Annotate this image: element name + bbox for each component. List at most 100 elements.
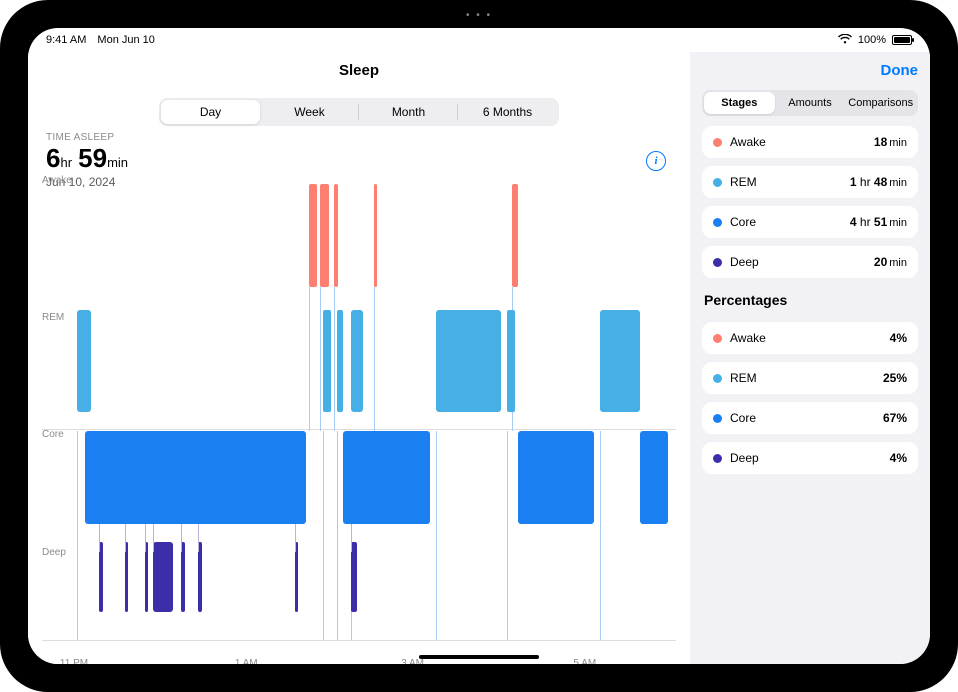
axis-awake: Awake	[42, 175, 72, 186]
status-date: Mon Jun 10	[97, 34, 154, 46]
axis-core: Core	[42, 429, 64, 440]
stage-dot-icon	[713, 258, 722, 267]
wifi-icon	[838, 33, 852, 47]
chart-bar-rem	[600, 310, 640, 412]
side-tabs: Stages Amounts Comparisons	[702, 90, 918, 116]
chart-thread	[320, 287, 321, 431]
home-indicator[interactable]	[419, 655, 539, 659]
tab-comparisons[interactable]: Comparisons	[845, 92, 916, 114]
tick-5am: 5 AM	[573, 658, 596, 664]
tab-week[interactable]: Week	[260, 100, 359, 124]
chart-thread	[600, 431, 601, 640]
tab-day[interactable]: Day	[161, 100, 260, 124]
chart-thread	[181, 524, 182, 552]
chart-thread	[153, 524, 154, 552]
stat-name: Deep	[730, 255, 874, 269]
chart-thread	[309, 287, 310, 431]
stat-row[interactable]: Awake18min	[702, 126, 918, 158]
range-tabs: Day Week Month 6 Months	[159, 98, 559, 126]
stage-dot-icon	[713, 334, 722, 343]
done-button[interactable]: Done	[881, 62, 919, 79]
chart-bar-deep	[99, 542, 103, 612]
side-panel: Done Stages Amounts Comparisons Awake18m…	[690, 52, 930, 664]
percentages-heading: Percentages	[704, 292, 918, 308]
status-right: 100%	[838, 33, 912, 47]
stat-row[interactable]: REM1 hr 48min	[702, 166, 918, 198]
chart-bar-rem	[436, 310, 501, 412]
stage-dot-icon	[713, 454, 722, 463]
stat-value: 4 hr 51min	[850, 215, 907, 229]
chart-bar-rem	[323, 310, 331, 412]
chart-thread	[334, 287, 335, 431]
stat-row[interactable]: Awake4%	[702, 322, 918, 354]
tab-amounts[interactable]: Amounts	[775, 92, 846, 114]
chart-bar-deep	[198, 542, 202, 612]
chart-thread	[507, 431, 508, 640]
tab-stages[interactable]: Stages	[704, 92, 775, 114]
chart-bar-deep	[145, 542, 149, 612]
stat-value: 25%	[883, 371, 907, 385]
stage-dot-icon	[713, 138, 722, 147]
chart-bar-deep	[295, 542, 299, 612]
stat-row[interactable]: Deep20min	[702, 246, 918, 278]
chart-thread	[351, 524, 352, 552]
stat-name: Core	[730, 215, 850, 229]
stage-dot-icon	[713, 374, 722, 383]
tab-6months[interactable]: 6 Months	[458, 100, 557, 124]
main-panel: Sleep Day Week Month 6 Months TIME ASLEE…	[28, 52, 690, 664]
stat-value: 4%	[890, 451, 907, 465]
status-time: 9:41 AM	[46, 34, 86, 46]
info-icon[interactable]: i	[646, 151, 666, 171]
stage-dot-icon	[713, 218, 722, 227]
chart-bar-rem	[337, 310, 343, 412]
header: Sleep	[42, 62, 676, 92]
stat-row[interactable]: REM25%	[702, 362, 918, 394]
content: Sleep Day Week Month 6 Months TIME ASLEE…	[28, 52, 930, 664]
chart-bar-awake	[374, 184, 378, 286]
stat-row[interactable]: Core67%	[702, 402, 918, 434]
percentages-list: Awake4% REM25% Core67% Deep4%	[702, 322, 918, 474]
stat-row[interactable]: Core4 hr 51min	[702, 206, 918, 238]
stat-name: REM	[730, 175, 850, 189]
stat-value: 1 hr 48min	[850, 175, 907, 189]
chart-bar-awake	[512, 184, 518, 286]
durations-list: Awake18min REM1 hr 48min Core4 hr 51min Dee…	[702, 126, 918, 278]
tab-month[interactable]: Month	[359, 100, 458, 124]
summary-label: TIME ASLEEP	[46, 132, 676, 143]
chart-bar-rem	[507, 310, 515, 412]
screen: 9:41 AM Mon Jun 10 100% Sleep Day	[28, 28, 930, 664]
stat-name: Core	[730, 411, 883, 425]
chart-bar-rem	[77, 310, 91, 412]
chart-thread	[436, 431, 437, 640]
stat-row[interactable]: Deep4%	[702, 442, 918, 474]
chart-thread	[295, 524, 296, 552]
chart-bar-deep	[351, 542, 357, 612]
stat-value: 18min	[874, 135, 907, 149]
chart-plot	[74, 175, 668, 640]
stat-name: Awake	[730, 135, 874, 149]
chart-thread	[337, 431, 338, 640]
chart-bar-rem	[351, 310, 362, 412]
stage-dot-icon	[713, 178, 722, 187]
chart-bar-deep	[181, 542, 185, 612]
page-title: Sleep	[339, 62, 379, 79]
stat-value: 4%	[890, 331, 907, 345]
battery-icon	[892, 35, 912, 45]
stat-value: 20min	[874, 255, 907, 269]
chart-bar-core	[518, 431, 594, 524]
axis-deep: Deep	[42, 547, 66, 558]
chart-bar-core	[640, 431, 668, 524]
tick-1am: 1 AM	[235, 658, 258, 664]
sleep-chart[interactable]: Awake REM Core Deep 11 PM 1 AM 3 AM 5 AM	[42, 175, 676, 664]
chart-thread	[99, 524, 100, 552]
tick-11pm: 11 PM	[60, 658, 88, 664]
status-bar: 9:41 AM Mon Jun 10 100%	[28, 28, 930, 52]
chart-bar-deep	[125, 542, 129, 612]
chart-bar-awake	[309, 184, 317, 286]
chart-bar-awake	[320, 184, 328, 286]
stage-dot-icon	[713, 414, 722, 423]
battery-pct: 100%	[858, 34, 886, 46]
chart-bar-deep	[153, 542, 173, 612]
chart-thread	[77, 431, 78, 640]
chart-bar-core	[343, 431, 431, 524]
